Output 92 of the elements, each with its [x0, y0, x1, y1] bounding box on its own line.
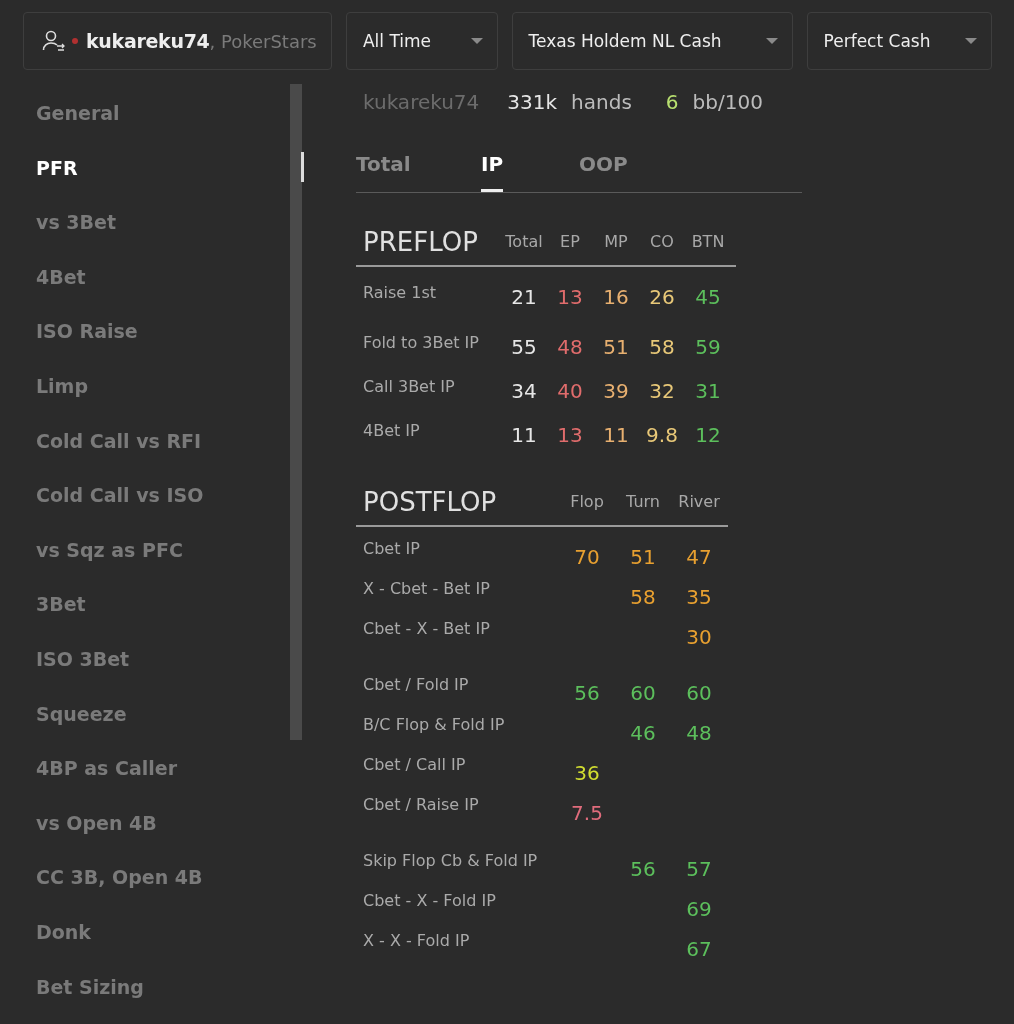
- sidebar-item[interactable]: Cold Call vs RFI: [0, 413, 290, 469]
- sidebar-item[interactable]: PFR: [0, 140, 290, 196]
- row-label: Fold to 3Bet IP: [363, 333, 480, 352]
- row-label: Cbet / Raise IP: [363, 795, 480, 814]
- row-label: Cbet - X - Fold IP: [363, 891, 497, 910]
- tab[interactable]: OOP: [579, 144, 628, 191]
- stat-value: 13: [557, 285, 583, 309]
- row-label: X - X - Fold IP: [363, 931, 471, 950]
- stat-value: 67: [686, 937, 712, 961]
- stat-value: 13: [557, 423, 583, 447]
- stat-value: 58: [630, 585, 656, 609]
- sidebar-item[interactable]: Cold Call vs ISO: [0, 468, 290, 523]
- sidebar-item[interactable]: ISO Raise: [0, 304, 290, 359]
- sidebar-item[interactable]: 4BP as Caller: [0, 741, 290, 796]
- column-header: MP: [603, 232, 629, 253]
- sidebar-item[interactable]: CC 3B, Open 4B: [0, 850, 290, 905]
- row-label: B/C Flop & Fold IP: [363, 715, 506, 734]
- stat-value: 9.8: [646, 423, 678, 447]
- hands-count: 331k: [507, 90, 558, 114]
- stat-value: 69: [686, 897, 712, 921]
- stat-value: 7.5: [571, 801, 603, 825]
- column-header: Turn: [625, 492, 661, 513]
- sidebar-item[interactable]: vs Sqz as PFC: [0, 522, 290, 578]
- row-label: Skip Flop Cb & Fold IP: [363, 851, 539, 870]
- sidebar-item[interactable]: Limp: [0, 358, 290, 414]
- stat-value: 30: [686, 625, 712, 649]
- stat-value: 32: [649, 379, 675, 403]
- sidebar-item[interactable]: 4Bet: [0, 249, 290, 305]
- stat-value: 12: [695, 423, 721, 447]
- stat-value: 70: [574, 545, 600, 569]
- stat-value: 59: [695, 335, 721, 359]
- row-label: Cbet / Fold IP: [363, 675, 470, 694]
- winrate-label: bb/100: [692, 90, 763, 114]
- sidebar-item[interactable]: vs Open 4B: [0, 795, 290, 851]
- stat-value: 34: [511, 379, 537, 403]
- row-label: Raise 1st: [363, 283, 438, 302]
- column-header: EP: [559, 232, 581, 253]
- player-name: kukareku74: [363, 90, 480, 114]
- sidebar-item[interactable]: Bet Sizing: [0, 959, 290, 1015]
- filter-dropdown[interactable]: All Time: [345, 12, 498, 70]
- column-header: CO: [649, 232, 675, 253]
- stat-value: 48: [686, 721, 712, 745]
- column-header: Flop: [569, 492, 605, 513]
- stat-value: 56: [630, 857, 656, 881]
- stat-value: 16: [603, 285, 629, 309]
- stat-value: 56: [574, 681, 600, 705]
- stat-value: 39: [603, 379, 629, 403]
- stat-value: 51: [630, 545, 656, 569]
- filter-dropdown[interactable]: Perfect Cash: [806, 12, 992, 70]
- stat-value: 58: [649, 335, 675, 359]
- stat-value: 47: [686, 545, 712, 569]
- stat-value: 31: [695, 379, 721, 403]
- sidebar-item[interactable]: General: [0, 86, 290, 141]
- sidebar-item[interactable]: ISO 3Bet: [0, 631, 290, 687]
- row-label: X - Cbet - Bet IP: [363, 579, 491, 598]
- stat-value: 45: [695, 285, 721, 309]
- stat-value: 35: [686, 585, 712, 609]
- stat-value: 48: [557, 335, 583, 359]
- sidebar-item[interactable]: 3Bet: [0, 577, 290, 632]
- stat-value: 40: [557, 379, 583, 403]
- hands-label: hands: [571, 90, 632, 114]
- tab[interactable]: IP: [481, 144, 504, 192]
- player-name: kukareku74: [86, 30, 210, 52]
- stat-value: 60: [630, 681, 656, 705]
- tab[interactable]: Total: [356, 144, 481, 191]
- row-label: Cbet IP: [363, 539, 421, 558]
- winrate-value: 6: [665, 90, 679, 114]
- filter-dropdown[interactable]: Texas Holdem NL Cash: [511, 12, 793, 70]
- sidebar-item[interactable]: Donk: [0, 904, 290, 960]
- stat-value: 11: [603, 423, 629, 447]
- stat-value: 36: [574, 761, 600, 785]
- section-title: POSTFLOP: [363, 487, 498, 517]
- column-header: Total: [504, 232, 544, 253]
- stat-value: 55: [511, 335, 537, 359]
- stat-value: 57: [686, 857, 712, 881]
- stat-value: 26: [649, 285, 675, 309]
- row-label: Cbet - X - Bet IP: [363, 619, 491, 638]
- column-header: BTN: [690, 232, 726, 253]
- row-label: Call 3Bet IP: [363, 377, 456, 396]
- column-header: River: [677, 492, 721, 513]
- sidebar-item[interactable]: Squeeze: [0, 686, 290, 742]
- stat-value: 21: [511, 285, 537, 309]
- section-title: PREFLOP: [363, 227, 479, 257]
- stat-value: 60: [686, 681, 712, 705]
- stat-value: 46: [630, 721, 656, 745]
- player-selector[interactable]: kukareku74, PokerStars: [23, 12, 332, 70]
- row-label: Cbet / Call IP: [363, 755, 467, 774]
- stat-value: 51: [603, 335, 629, 359]
- site-name: , PokerStars: [209, 30, 317, 52]
- row-label: 4Bet IP: [363, 421, 421, 440]
- sidebar-item[interactable]: vs 3Bet: [0, 195, 290, 250]
- stat-value: 11: [511, 423, 537, 447]
